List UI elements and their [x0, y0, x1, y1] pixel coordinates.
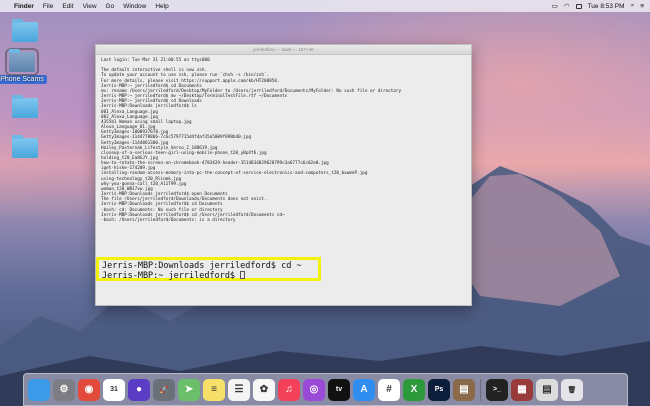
folder-icon: [12, 95, 38, 118]
desktop-folder-3[interactable]: [0, 95, 50, 121]
menu-help[interactable]: Help: [155, 3, 168, 10]
apple-tv-icon[interactable]: tv: [328, 378, 350, 401]
finder-icon[interactable]: [28, 378, 50, 401]
spotlight-search-icon[interactable]: ⌕: [631, 2, 635, 10]
xbox-icon[interactable]: X: [403, 378, 425, 401]
highlighted-line-1: Jerris-MBP:Downloads jerriledford$ cd ~: [102, 261, 302, 271]
notes-icon[interactable]: ≡: [203, 378, 225, 401]
slack-icon[interactable]: #: [378, 378, 400, 401]
menu-bar: Finder File Edit View Go Window Help ▭ ◠…: [0, 0, 650, 12]
menu-go[interactable]: Go: [106, 3, 115, 10]
terminal-line: -bash: /Users/jerriledford/Documents: is…: [101, 217, 236, 223]
desktop-folder-1[interactable]: [0, 19, 50, 45]
chrome-icon[interactable]: ◉: [78, 378, 100, 401]
reminders-icon[interactable]: ☰: [228, 378, 250, 401]
menu-window[interactable]: Window: [123, 3, 146, 10]
terminal-title-bar[interactable]: jerriledford — bash — 157×40: [96, 45, 471, 55]
maps-icon[interactable]: ➤: [178, 378, 200, 401]
desktop-folder-label: Phone Scams: [0, 75, 47, 84]
terminal-cursor: [240, 271, 246, 279]
menu-finder[interactable]: Finder: [14, 3, 34, 10]
folder-icon: [5, 48, 39, 76]
siri-icon[interactable]: ●: [128, 378, 150, 401]
system-preferences-icon[interactable]: ⚙: [53, 378, 75, 401]
menu-edit[interactable]: Edit: [62, 3, 73, 10]
terminal-icon[interactable]: >_: [486, 378, 508, 401]
photoshop-icon[interactable]: Ps: [428, 378, 450, 401]
menu-file[interactable]: File: [43, 3, 53, 10]
control-center-icon[interactable]: ≡: [640, 3, 644, 10]
desktop-folder-4[interactable]: [0, 135, 50, 161]
folder-icon: [12, 135, 38, 158]
launchpad-icon[interactable]: 🚀: [153, 378, 175, 401]
downloads-stack-icon[interactable]: ▦: [511, 378, 533, 401]
photos-icon[interactable]: ✿: [253, 378, 275, 401]
dock: ⚙ ◉ 31 ● 🚀 ➤ ≡ ☰ ✿ ♫ ◎ tv A # X Ps ▤ >_ ▦ ▤ 🗑: [23, 373, 628, 406]
notebook-icon[interactable]: ▤: [453, 378, 475, 401]
music-icon[interactable]: ♫: [278, 378, 300, 401]
calendar-icon[interactable]: 31: [103, 378, 125, 401]
podcasts-icon[interactable]: ◎: [303, 378, 325, 401]
folder-icon: [12, 19, 38, 42]
dock-separator: [480, 378, 481, 401]
battery-icon[interactable]: [575, 3, 582, 9]
trash-icon[interactable]: 🗑: [561, 378, 583, 401]
highlighted-line-2: Jerris-MBP:~ jerriledford$: [102, 271, 241, 281]
app-store-icon[interactable]: A: [353, 378, 375, 401]
desktop-folder-phone-scams[interactable]: Phone Scams: [0, 48, 47, 84]
highlighted-command-box[interactable]: Jerris-MBP:Downloads jerriledford$ cd ~ …: [96, 257, 321, 281]
airplay-icon[interactable]: ▭: [552, 2, 558, 10]
menu-extras: ▭ ◠ Tue 8:53 PM ⌕ ≡: [552, 2, 644, 10]
terminal-title: jerriledford — bash — 157×40: [253, 47, 314, 52]
documents-stack-icon[interactable]: ▤: [536, 378, 558, 401]
clock[interactable]: Tue 8:53 PM: [588, 3, 625, 10]
wifi-icon[interactable]: ◠: [564, 2, 570, 10]
menu-view[interactable]: View: [83, 3, 97, 10]
